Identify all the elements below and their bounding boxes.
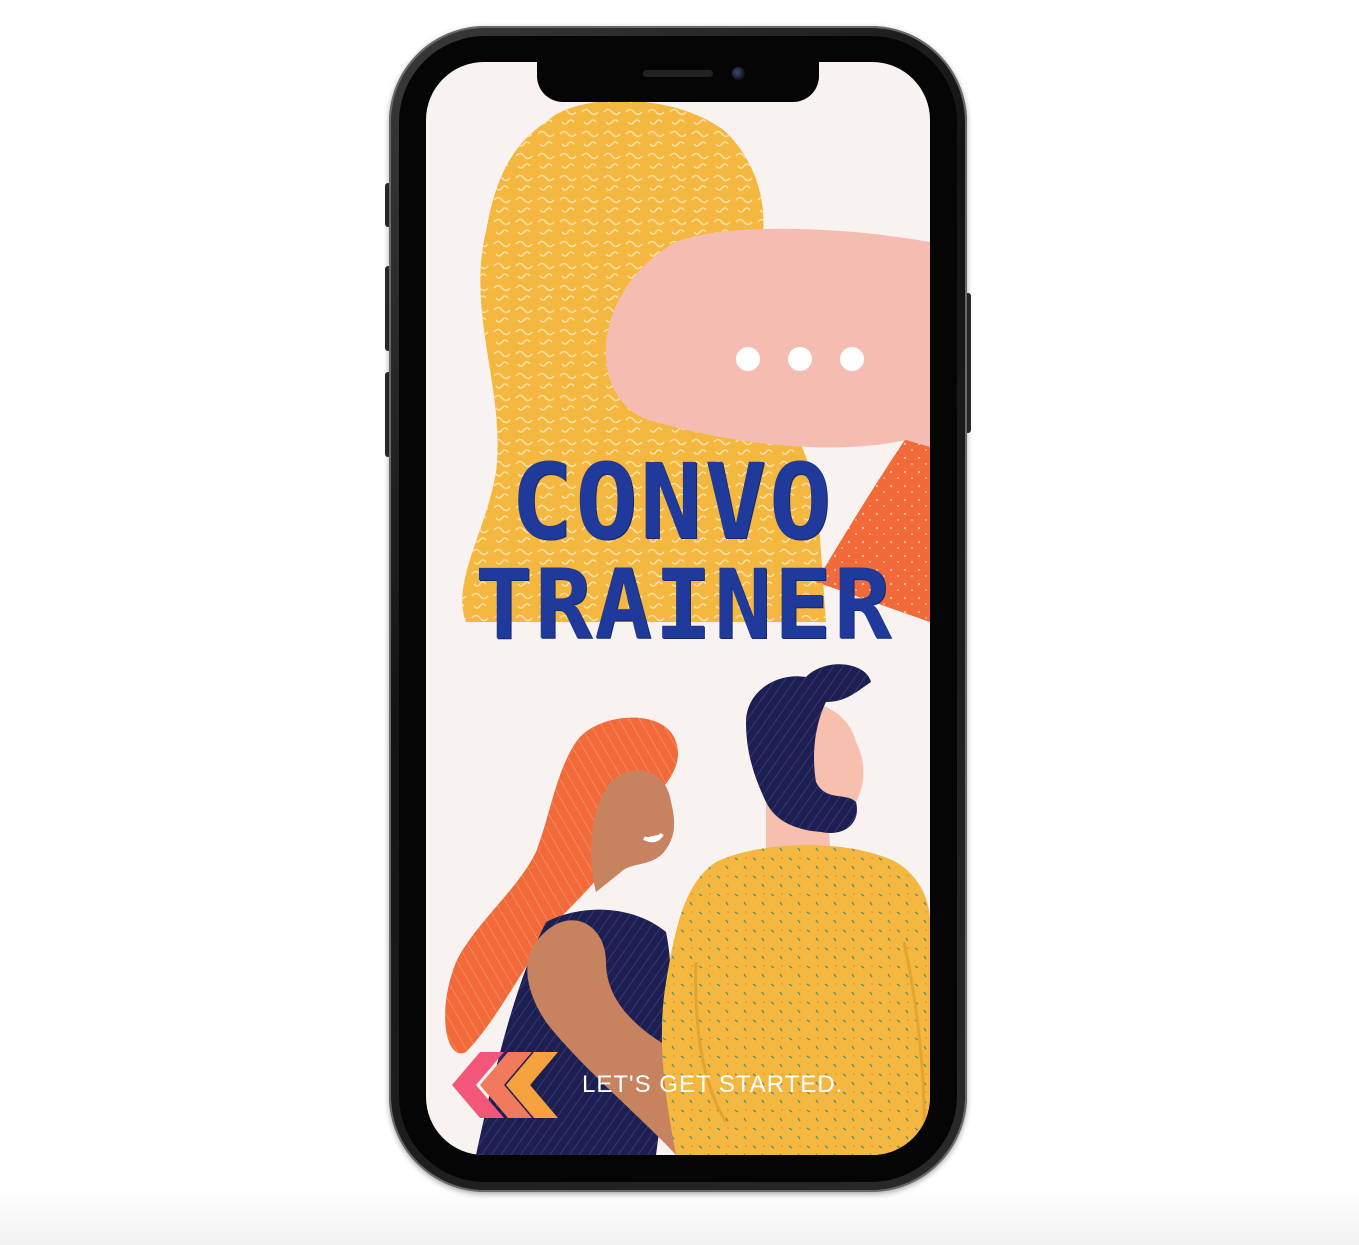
double-chevron-left-icon[interactable] [446, 1052, 558, 1118]
app-title-line-1: CONVO [510, 441, 834, 563]
page: CONVO TRAINER LET'S GET STARTED. [0, 0, 1359, 1245]
phone-notch [537, 55, 819, 102]
earpiece-speaker [643, 70, 713, 77]
app-screen: CONVO TRAINER LET'S GET STARTED. [426, 62, 930, 1155]
speech-bubble-icon [605, 228, 930, 448]
ellipsis-icon [736, 347, 864, 371]
background-fade [0, 1185, 1359, 1245]
get-started-button[interactable]: LET'S GET STARTED. [582, 1071, 843, 1099]
front-camera-icon [732, 67, 745, 80]
app-title-line-2: TRAINER [474, 549, 894, 661]
